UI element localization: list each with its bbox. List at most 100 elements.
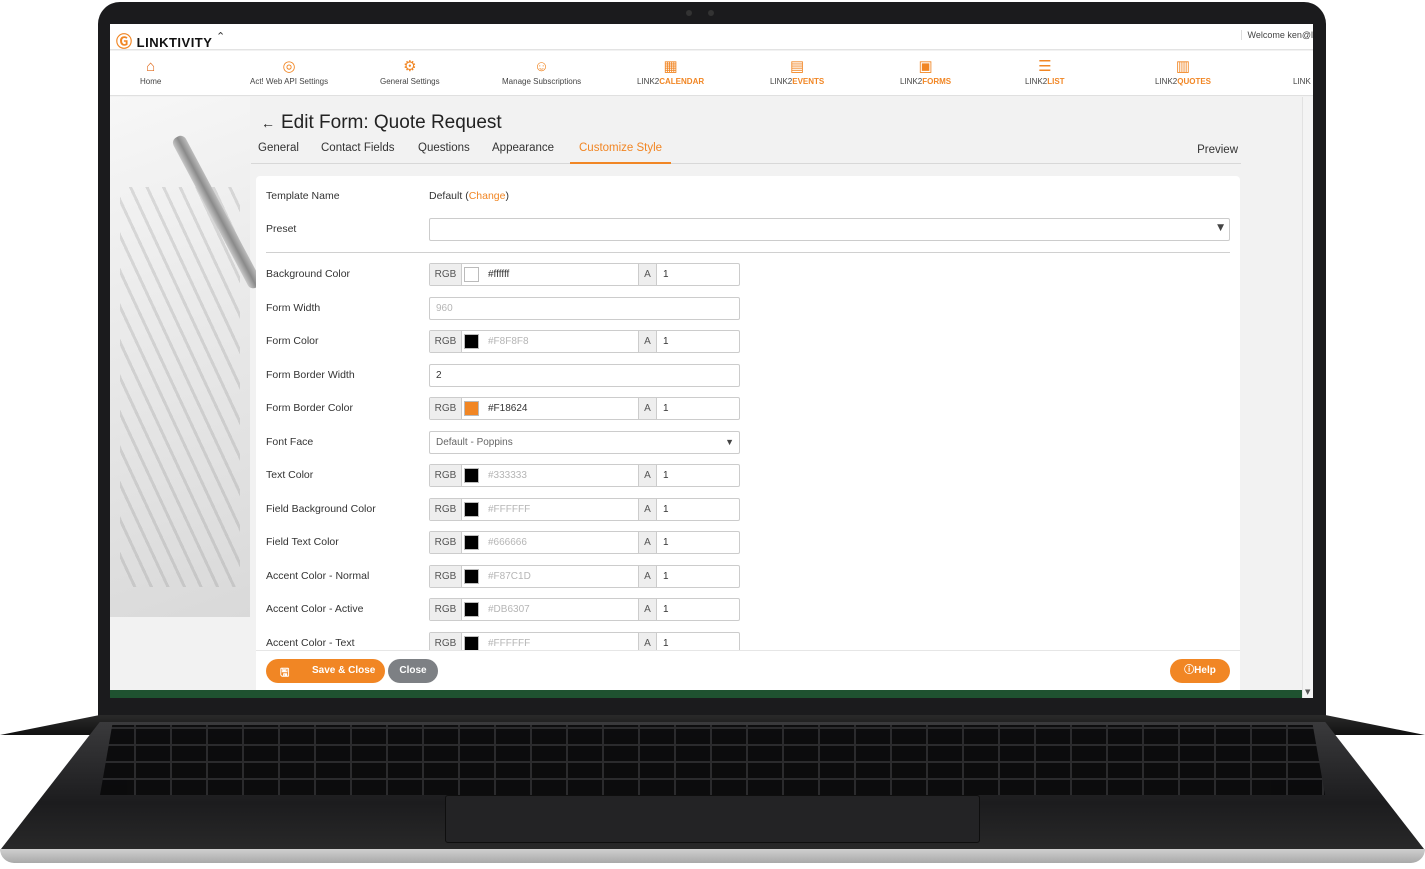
accent-color-active-color-input[interactable]: RGB #DB6307 A 1 bbox=[429, 598, 740, 621]
form-color-color-input[interactable]: RGB #F8F8F8 A 1 bbox=[429, 330, 740, 353]
logo-text: LINKTIVITY bbox=[136, 35, 213, 50]
color-swatch[interactable] bbox=[464, 635, 479, 651]
nav-label: Home bbox=[140, 77, 162, 86]
color-swatch[interactable] bbox=[464, 267, 479, 282]
home-icon: ⌂ bbox=[146, 58, 156, 75]
scroll-down-icon[interactable]: ▼ bbox=[1305, 688, 1310, 696]
nav-label: LINK2 bbox=[1155, 77, 1178, 86]
alpha-label: A bbox=[638, 465, 657, 486]
nav-item-3[interactable]: ☺ Manage Subscriptions bbox=[502, 51, 581, 96]
alpha-value[interactable]: 1 bbox=[660, 532, 669, 553]
chevron-down-icon: ▼ bbox=[1217, 223, 1224, 233]
hex-value[interactable]: #333333 bbox=[482, 465, 638, 486]
welcome-user[interactable]: Welcome ken@l bbox=[1240, 30, 1313, 40]
color-swatch[interactable] bbox=[464, 468, 479, 483]
field-label: Field Text Color bbox=[266, 536, 339, 548]
field-text-color-color-input[interactable]: RGB #666666 A 1 bbox=[429, 531, 740, 554]
template-name-label: Template Name bbox=[266, 190, 340, 202]
alpha-value[interactable]: 1 bbox=[660, 566, 669, 587]
back-arrow-icon[interactable]: ← bbox=[261, 115, 275, 131]
field-label: Field Background Color bbox=[266, 502, 376, 515]
rgb-mode-label[interactable]: RGB bbox=[430, 599, 462, 620]
rgb-mode-label[interactable]: RGB bbox=[430, 264, 462, 285]
tab-customize-style[interactable]: Customize Style bbox=[570, 142, 672, 164]
template-name-value: Default (Change) bbox=[429, 190, 509, 202]
nav-item-5[interactable]: ▤ LINK2EVENTS bbox=[770, 51, 824, 96]
alpha-value[interactable]: 1 bbox=[660, 599, 669, 620]
hex-value[interactable]: #666666 bbox=[482, 532, 638, 553]
nav-item-8[interactable]: ▥ LINK2QUOTES bbox=[1155, 51, 1211, 96]
linktivity-logo[interactable]: Ⓖ LINKTIVITY bbox=[116, 28, 212, 52]
form-border-width-input[interactable]: 2 bbox=[429, 363, 740, 387]
tab-contact-fields[interactable]: Contact Fields bbox=[321, 142, 395, 164]
nav-item-2[interactable]: ⚙ General Settings bbox=[380, 51, 440, 96]
color-swatch[interactable] bbox=[464, 401, 479, 416]
hex-value[interactable]: #F8F8F8 bbox=[482, 331, 638, 352]
alpha-value[interactable]: 1 bbox=[660, 264, 669, 285]
alpha-value[interactable]: 1 bbox=[660, 465, 669, 486]
nav-item-9[interactable]: LINK bbox=[1293, 51, 1311, 96]
keyboard bbox=[100, 725, 1325, 795]
form-width-input[interactable]: 960 bbox=[429, 296, 740, 320]
font-face-select[interactable]: Default - Poppins ▼ bbox=[429, 430, 740, 454]
nav-item-0[interactable]: ⌂ Home bbox=[140, 51, 161, 96]
touchpad bbox=[445, 795, 980, 843]
text-color-color-input[interactable]: RGB #333333 A 1 bbox=[429, 464, 740, 487]
rgb-mode-label[interactable]: RGB bbox=[430, 331, 462, 352]
field-label: Accent Color - Normal bbox=[266, 569, 370, 582]
laptop-mockup: Ⓖ LINKTIVITY ⌃ Welcome ken@l ⌂ Home ◎ Act! … bbox=[0, 0, 1425, 869]
nav-item-7[interactable]: ☰ LINK2LIST bbox=[1025, 51, 1065, 96]
field-background-color-color-input[interactable]: RGB #FFFFFF A 1 bbox=[429, 497, 740, 521]
hex-value[interactable]: #ffffff bbox=[482, 264, 638, 285]
color-swatch[interactable] bbox=[464, 501, 479, 517]
close-button[interactable]: Close bbox=[388, 659, 438, 683]
preview-link[interactable]: Preview bbox=[1197, 144, 1238, 156]
preset-select[interactable]: ▼ bbox=[429, 218, 1230, 241]
help-button[interactable]: ⓘHelp bbox=[1170, 659, 1230, 683]
save-close-button[interactable]: 🖫 Save & Close bbox=[266, 659, 385, 683]
rgb-mode-label[interactable]: RGB bbox=[430, 565, 462, 587]
alpha-label: A bbox=[638, 331, 657, 352]
hex-value[interactable]: #DB6307 bbox=[482, 599, 638, 620]
vertical-scrollbar[interactable]: ▼ bbox=[1302, 97, 1313, 698]
rgb-mode-label[interactable]: RGB bbox=[430, 465, 462, 486]
help-label: Help bbox=[1194, 665, 1216, 676]
hex-value[interactable]: #FFFFFF bbox=[482, 499, 638, 520]
tab-questions[interactable]: Questions bbox=[418, 142, 470, 164]
nav-label: Act! Web API Settings bbox=[250, 77, 329, 86]
color-swatch[interactable] bbox=[464, 602, 479, 617]
alpha-value[interactable]: 1 bbox=[660, 398, 669, 419]
field-label: Form Border Width bbox=[266, 368, 355, 381]
alpha-value[interactable]: 1 bbox=[660, 499, 669, 520]
nav-label-accent: CALENDAR bbox=[659, 77, 705, 86]
nav-label: Manage Subscriptions bbox=[502, 77, 582, 86]
rgb-mode-label[interactable]: RGB bbox=[430, 532, 462, 553]
rgb-mode-label[interactable]: RGB bbox=[430, 398, 462, 419]
style-form-panel: Template Name Default (Change) Preset ▼ … bbox=[256, 176, 1240, 691]
nav-item-4[interactable]: ▦ LINK2CALENDAR bbox=[637, 51, 704, 96]
change-template-link[interactable]: Change bbox=[469, 190, 506, 202]
nav-item-1[interactable]: ◎ Act! Web API Settings bbox=[250, 51, 328, 96]
tab-general[interactable]: General bbox=[258, 142, 299, 164]
nav-item-6[interactable]: ▣ LINK2FORMS bbox=[900, 51, 951, 96]
color-swatch[interactable] bbox=[464, 535, 479, 550]
alpha-value[interactable]: 1 bbox=[660, 331, 669, 352]
help-circle-icon: ⓘ bbox=[1184, 665, 1195, 676]
globe-gear-icon: ◎ bbox=[282, 58, 296, 75]
tab-appearance[interactable]: Appearance bbox=[492, 142, 554, 164]
top-bar: Ⓖ LINKTIVITY ⌃ Welcome ken@l bbox=[110, 24, 1313, 52]
hex-value[interactable]: #F87C1D bbox=[482, 566, 638, 587]
accent-color-normal-color-input[interactable]: RGB #F87C1D A 1 bbox=[429, 564, 740, 588]
page-title-text: Edit Form: Quote Request bbox=[281, 112, 502, 133]
form-border-color-color-input[interactable]: RGB #F18624 A 1 bbox=[429, 397, 740, 420]
color-swatch[interactable] bbox=[464, 568, 479, 584]
collapse-caret-icon[interactable]: ⌃ bbox=[216, 30, 225, 43]
laptop-front-edge bbox=[0, 849, 1425, 863]
camera-icon bbox=[686, 10, 692, 16]
background-color-color-input[interactable]: RGB #ffffff A 1 bbox=[429, 263, 740, 286]
rgb-mode-label[interactable]: RGB bbox=[430, 498, 462, 520]
color-swatch[interactable] bbox=[464, 334, 479, 349]
hex-value[interactable]: #F18624 bbox=[482, 398, 638, 419]
field-label: Text Color bbox=[266, 469, 314, 481]
nav-label: LINK2 bbox=[770, 77, 793, 86]
